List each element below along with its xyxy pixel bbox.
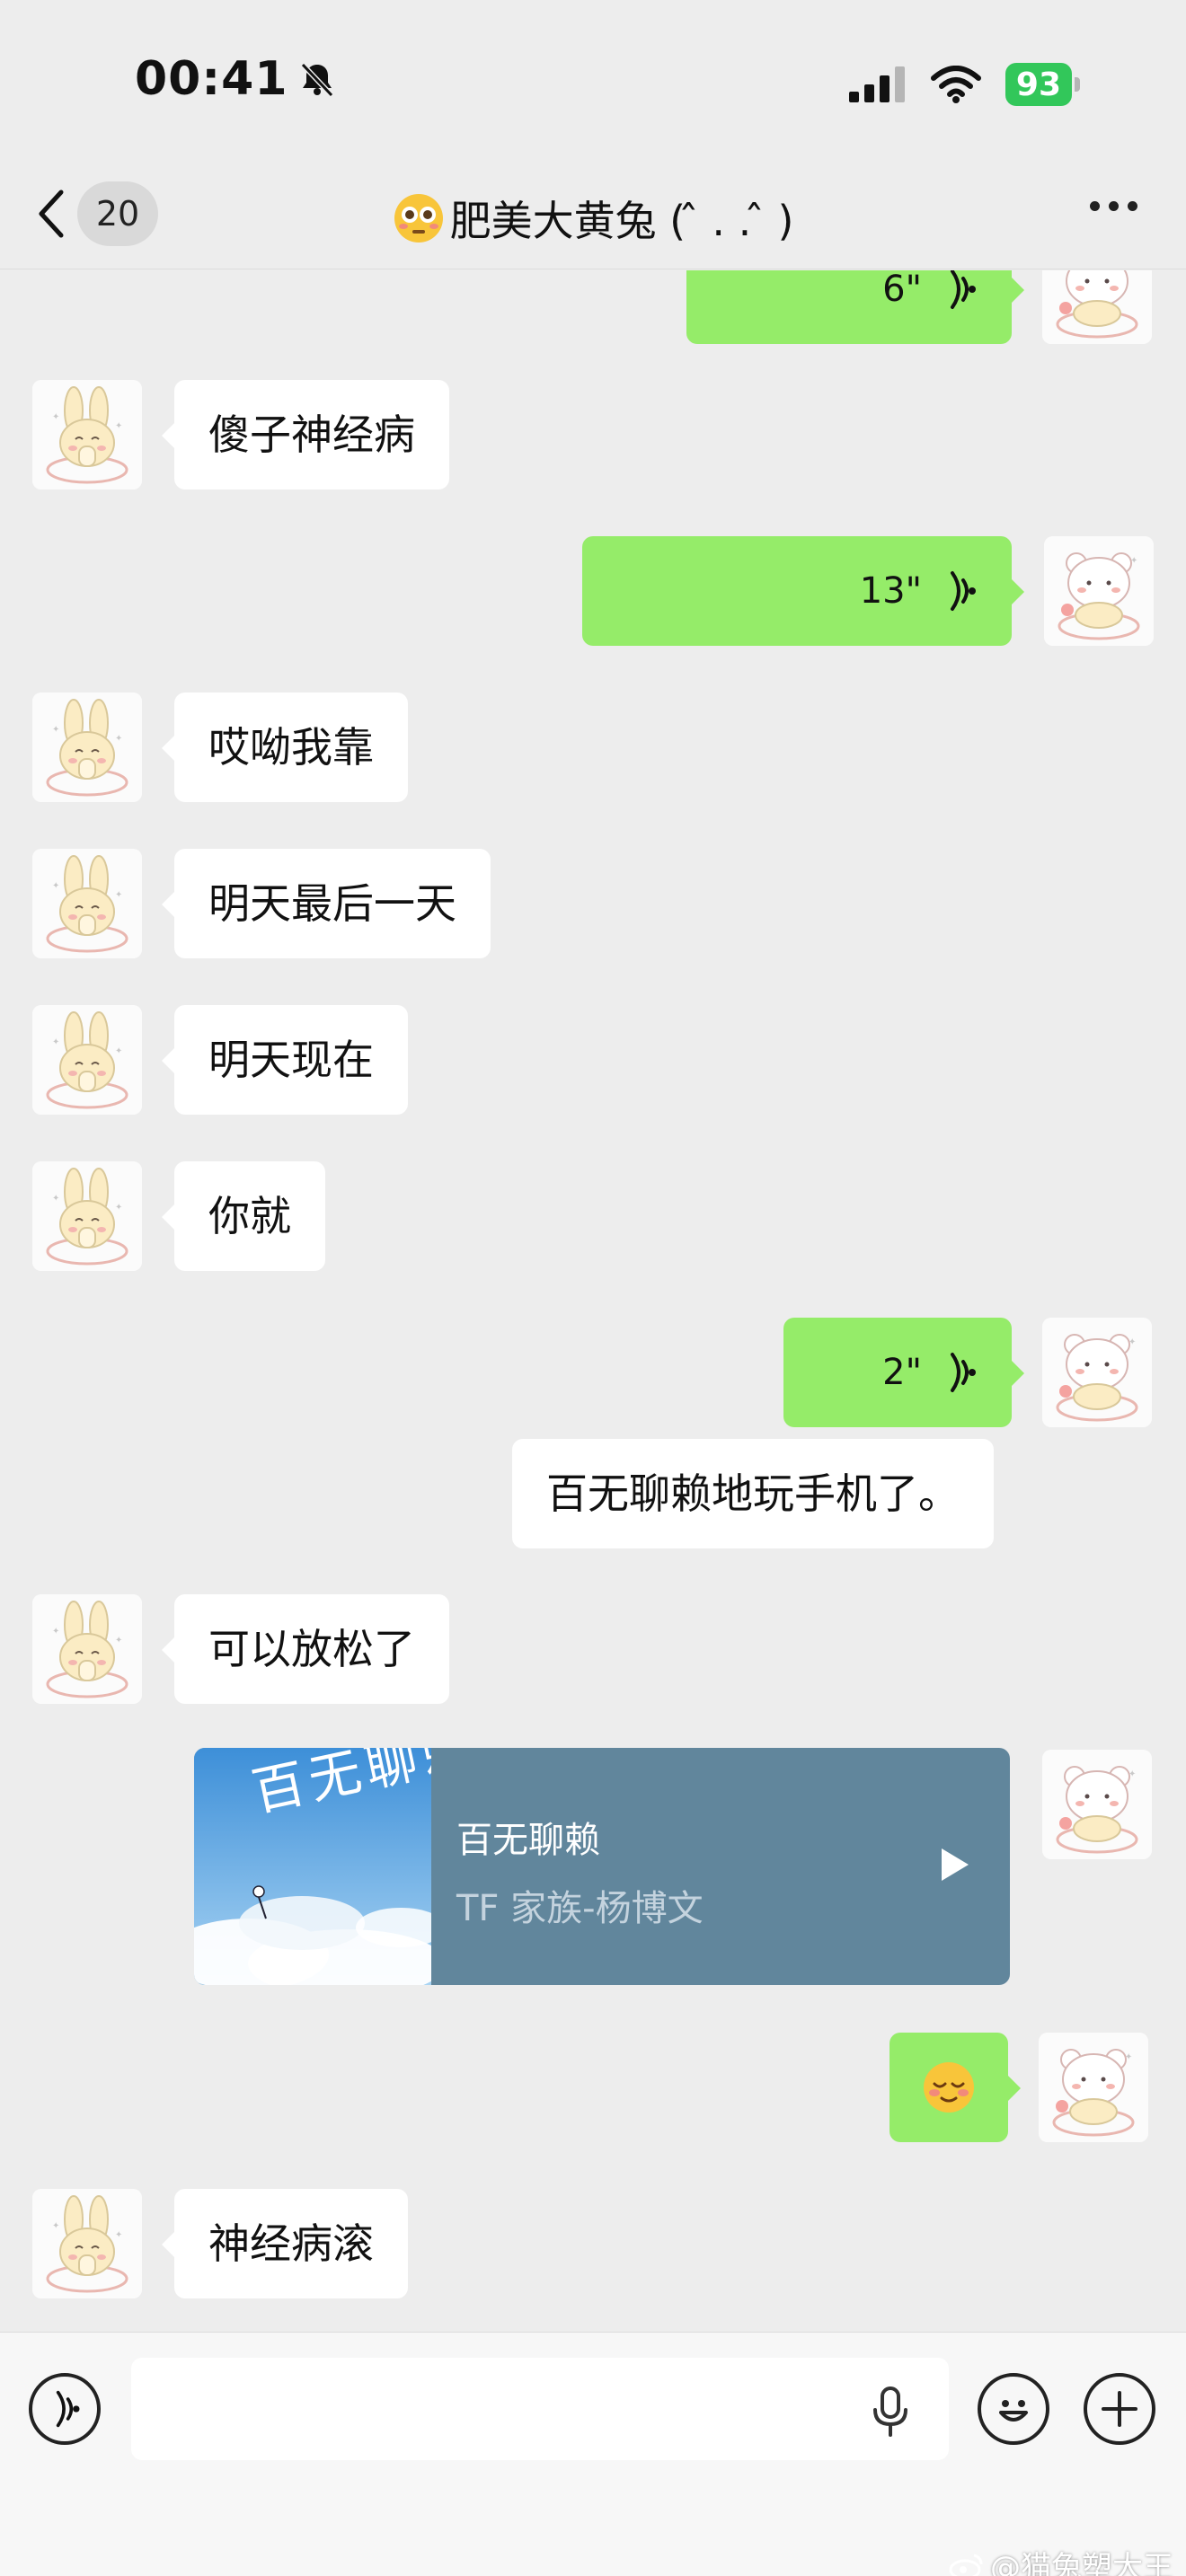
message-input[interactable] xyxy=(131,2358,949,2460)
avatar[interactable] xyxy=(1042,1318,1152,1427)
cellular-signal-icon xyxy=(848,66,905,102)
battery-icon: 93 xyxy=(1005,63,1080,106)
voice-wave-icon xyxy=(942,1351,978,1394)
watermark: @猫兔塑大王 xyxy=(949,2543,1173,2576)
album-cover: 百无聊赖 xyxy=(194,1748,431,1985)
message-row: 可以放松了 xyxy=(32,1594,449,1704)
avatar[interactable] xyxy=(32,693,142,802)
message-row: 6" xyxy=(686,270,1152,344)
avatar[interactable] xyxy=(32,849,142,958)
voice-message-bubble[interactable]: 2" xyxy=(783,1318,1024,1427)
text-message-bubble[interactable]: 百无聊赖地玩手机了。 xyxy=(512,1439,994,1548)
message-row: 傻子神经病 xyxy=(32,380,449,490)
message-row: 神经病滚 xyxy=(32,2189,408,2298)
status-time: 00:41 xyxy=(135,52,337,106)
chat-header: 20 肥美大黄兔 ( ̂ . . ̂ ) xyxy=(0,162,1186,269)
text-message-bubble[interactable]: 傻子神经病 xyxy=(162,380,449,490)
message-row xyxy=(890,2033,1148,2142)
text-message-bubble[interactable]: 你就 xyxy=(162,1161,325,1271)
avatar[interactable] xyxy=(1042,1750,1152,1859)
relieved-face-emoji xyxy=(924,2062,974,2113)
smile-icon[interactable] xyxy=(978,2373,1049,2445)
play-icon[interactable] xyxy=(942,1848,969,1881)
message-row: 2" xyxy=(783,1318,1152,1427)
avatar[interactable] xyxy=(32,1005,142,1115)
avatar[interactable] xyxy=(32,380,142,490)
microphone-icon[interactable] xyxy=(868,2385,913,2439)
avatar[interactable] xyxy=(32,1161,142,1271)
text-message-bubble[interactable]: 哎呦我靠 xyxy=(162,693,408,802)
emoji-message-bubble[interactable] xyxy=(890,2033,1021,2142)
voice-message-bubble[interactable]: 13" xyxy=(582,536,1024,646)
message-row: 百无聊赖地玩手机了。 xyxy=(512,1439,994,1548)
message-row: 你就 xyxy=(32,1161,325,1271)
input-bar: @猫兔塑大王 xyxy=(0,2332,1186,2576)
voice-duration: 2" xyxy=(882,1352,922,1393)
voice-message-bubble[interactable]: 6" xyxy=(686,270,1024,344)
text-message-bubble[interactable]: 可以放松了 xyxy=(162,1594,449,1704)
avatar[interactable] xyxy=(1044,536,1154,646)
message-row: 13" xyxy=(582,536,1154,646)
weibo-logo-icon xyxy=(949,2554,983,2576)
plus-icon[interactable] xyxy=(1084,2373,1155,2445)
song-title: 百无聊赖 xyxy=(456,1820,600,1861)
chat-title: 肥美大黄兔 ( ̂ . . ̂ ) xyxy=(0,189,1186,248)
voice-wave-icon xyxy=(942,569,978,613)
message-row: 明天最后一天 xyxy=(32,849,491,958)
song-artist: TF 家族-杨博文 xyxy=(456,1888,704,1929)
message-list[interactable]: 6" 傻子神经病 13" 哎呦我靠 明天最后一天 明天现在 你就 2" 百无聊赖… xyxy=(0,270,1186,2331)
message-row: 哎呦我靠 xyxy=(32,693,408,802)
text-message-bubble[interactable]: 明天现在 xyxy=(162,1005,408,1115)
music-card[interactable]: 百无聊赖 百无聊赖 TF 家族-杨博文 xyxy=(194,1748,1010,1985)
voice-wave-icon xyxy=(942,270,978,311)
voice-duration: 6" xyxy=(882,270,922,310)
avatar[interactable] xyxy=(1039,2033,1148,2142)
avatar[interactable] xyxy=(32,2189,142,2298)
avatar[interactable] xyxy=(32,1594,142,1704)
battery-level: 93 xyxy=(1005,63,1072,106)
text-message-bubble[interactable]: 明天最后一天 xyxy=(162,849,491,958)
bell-slash-icon xyxy=(300,62,333,98)
flushed-face-emoji xyxy=(394,194,443,243)
status-icons: 93 xyxy=(848,63,1080,106)
text-message-bubble[interactable]: 神经病滚 xyxy=(162,2189,408,2298)
message-row: 明天现在 xyxy=(32,1005,408,1115)
wifi-icon xyxy=(930,66,981,103)
voice-duration: 13" xyxy=(859,570,922,612)
music-info: 百无聊赖 TF 家族-杨博文 xyxy=(431,1748,1010,1985)
voice-toggle-icon[interactable] xyxy=(29,2373,101,2445)
chat-title-text: 肥美大黄兔 ( ̂ . . ̂ ) xyxy=(449,197,794,245)
avatar[interactable] xyxy=(1042,270,1152,344)
more-dots-icon[interactable] xyxy=(1090,201,1137,211)
status-bar: 00:41 93 xyxy=(0,0,1186,162)
